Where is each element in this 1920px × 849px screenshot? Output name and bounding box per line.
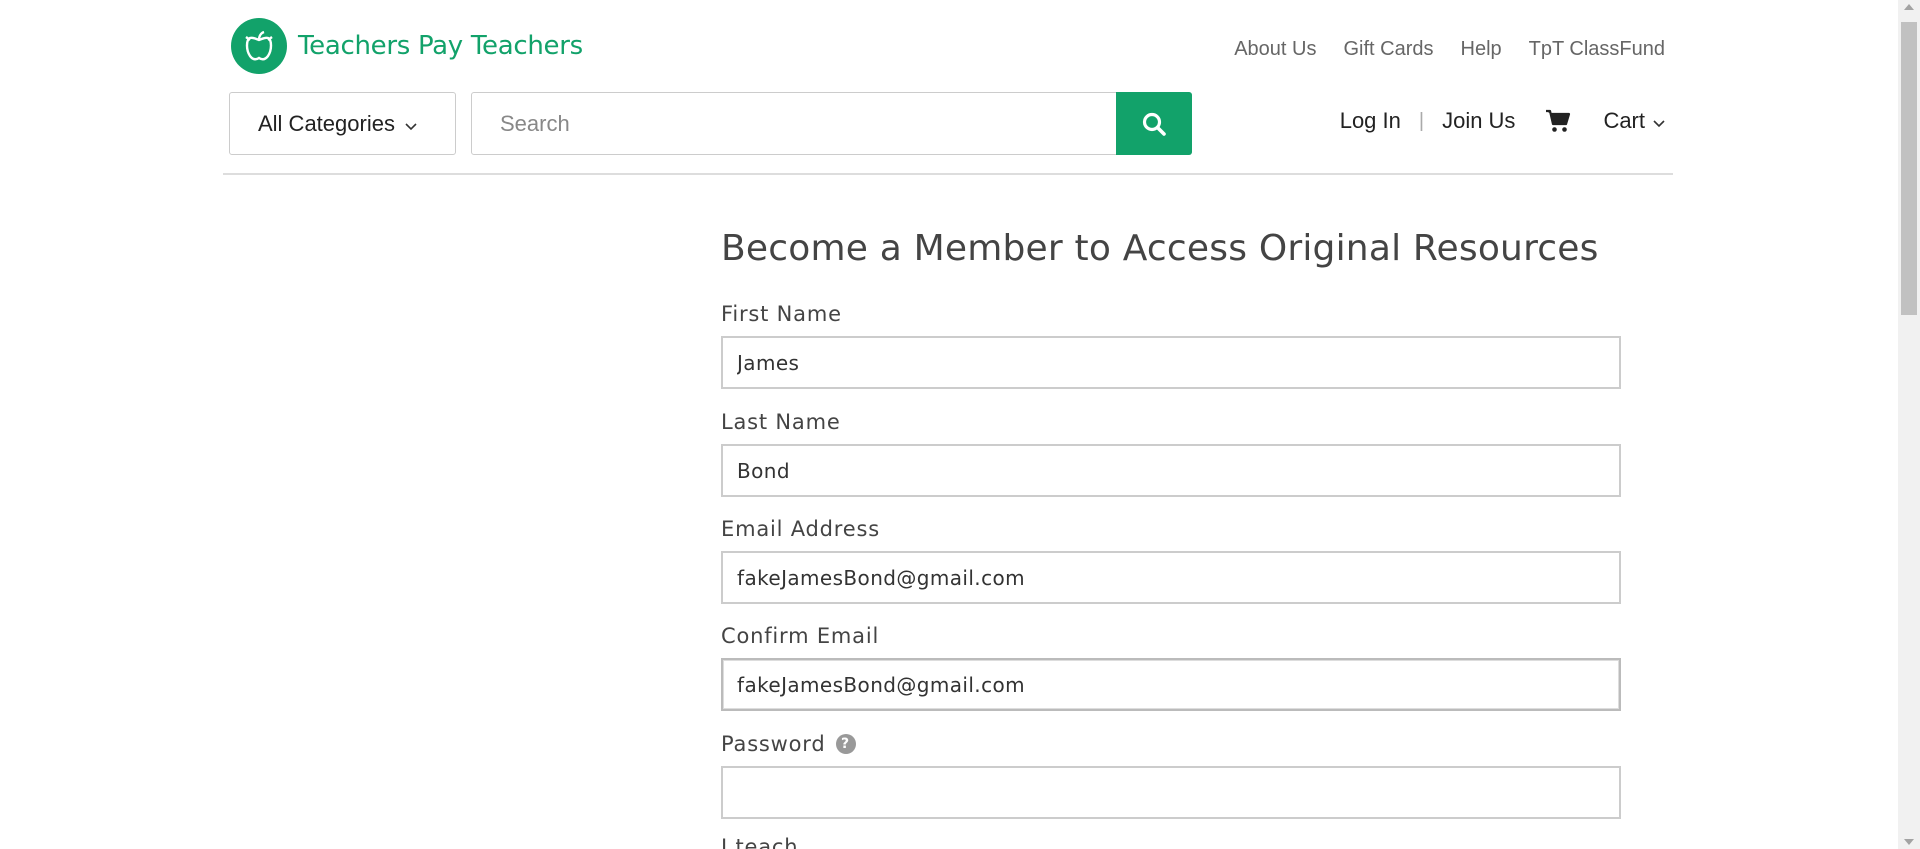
password-label-row: Password ? bbox=[721, 732, 1621, 756]
join-link[interactable]: Join Us bbox=[1442, 108, 1515, 134]
header-divider bbox=[223, 173, 1673, 175]
brand-logo[interactable]: Teachers Pay Teachers bbox=[231, 18, 583, 74]
password-field[interactable] bbox=[721, 766, 1621, 819]
help-icon[interactable]: ? bbox=[835, 734, 856, 754]
apple-logo-icon bbox=[231, 18, 287, 74]
cart-menu[interactable]: Cart bbox=[1603, 108, 1665, 134]
first-name-label: First Name bbox=[721, 302, 842, 326]
top-nav-gift-cards[interactable]: Gift Cards bbox=[1343, 38, 1433, 61]
category-dropdown-label: All Categories bbox=[258, 110, 395, 136]
vertical-scrollbar[interactable] bbox=[1898, 0, 1920, 849]
scrollbar-thumb[interactable] bbox=[1901, 22, 1917, 315]
last-name-label: Last Name bbox=[721, 410, 841, 434]
email-group: Email Address bbox=[721, 517, 1621, 604]
scroll-up-arrow-icon[interactable] bbox=[1904, 4, 1914, 10]
confirm-email-group: Confirm Email bbox=[721, 624, 1621, 711]
first-name-group: First Name bbox=[721, 302, 1621, 389]
scroll-down-arrow-icon[interactable] bbox=[1904, 839, 1914, 845]
search-box bbox=[471, 92, 1192, 155]
page-title: Become a Member to Access Original Resou… bbox=[721, 228, 1599, 269]
first-name-field[interactable] bbox=[721, 336, 1621, 389]
top-nav-about-us[interactable]: About Us bbox=[1234, 38, 1316, 61]
chevron-down-icon bbox=[405, 111, 417, 137]
brand-name: Teachers Pay Teachers bbox=[298, 31, 583, 61]
confirm-email-label: Confirm Email bbox=[721, 624, 880, 648]
account-nav: Log In | Join Us Cart bbox=[1340, 108, 1665, 134]
top-nav-classfund[interactable]: TpT ClassFund bbox=[1529, 38, 1665, 61]
account-separator: | bbox=[1418, 109, 1425, 132]
signup-form: Become a Member to Access Original Resou… bbox=[721, 228, 1621, 849]
chevron-down-icon bbox=[1653, 108, 1665, 134]
last-name-field[interactable] bbox=[721, 444, 1621, 497]
email-field[interactable] bbox=[721, 551, 1621, 604]
cart-label: Cart bbox=[1603, 108, 1645, 133]
next-field-label: I teach bbox=[721, 835, 799, 849]
password-group: Password ? bbox=[721, 732, 1621, 819]
cart-icon[interactable] bbox=[1545, 109, 1571, 133]
last-name-group: Last Name bbox=[721, 410, 1621, 497]
email-label: Email Address bbox=[721, 517, 880, 541]
top-nav: About Us Gift Cards Help TpT ClassFund bbox=[1207, 38, 1665, 61]
confirm-email-field[interactable] bbox=[721, 658, 1621, 711]
search-icon bbox=[1142, 112, 1166, 136]
search-button[interactable] bbox=[1116, 92, 1192, 155]
search-input[interactable] bbox=[472, 93, 1116, 154]
password-label: Password bbox=[721, 732, 826, 756]
login-link[interactable]: Log In bbox=[1340, 108, 1401, 134]
top-nav-help[interactable]: Help bbox=[1461, 38, 1502, 61]
category-dropdown[interactable]: All Categories bbox=[229, 92, 456, 155]
